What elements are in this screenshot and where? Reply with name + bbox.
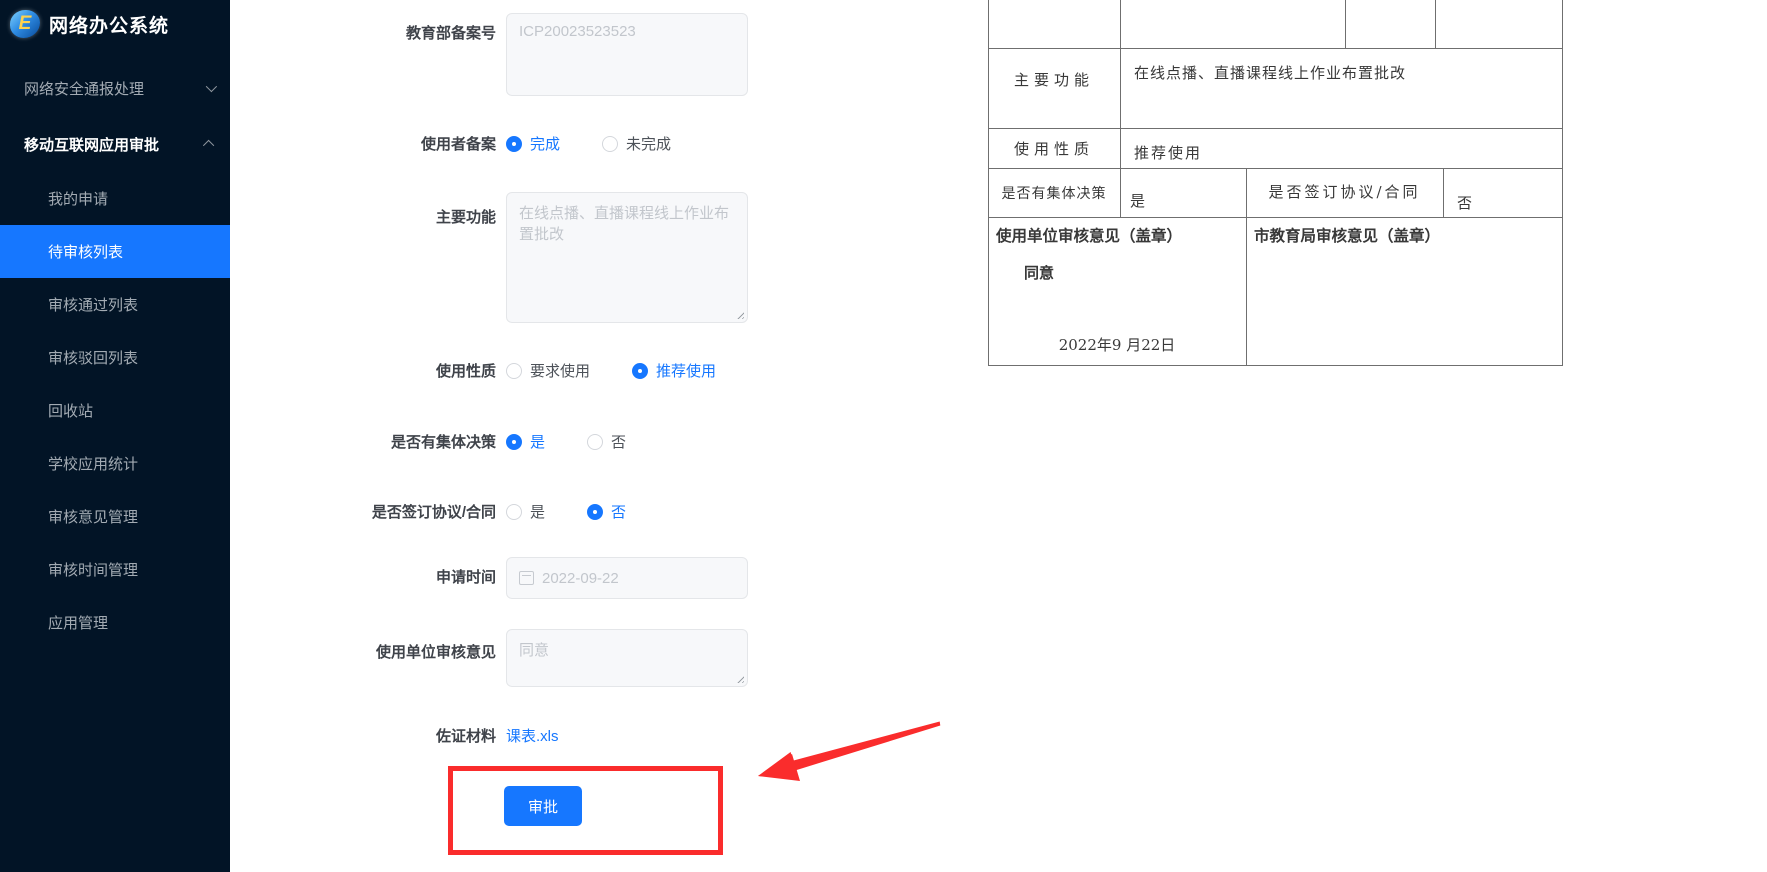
sidebar-item-recycle-bin[interactable]: 回收站 [0,384,230,437]
radio-option-yes[interactable]: 是 [506,501,545,522]
doc-grid-line [1562,0,1563,365]
field-label: 教育部备案号 [405,25,496,42]
doc-grid-line [1443,168,1444,217]
radio-unselected-icon[interactable] [506,503,522,520]
radio-unselected-icon[interactable] [506,362,522,379]
field-label: 佐证材料 [435,728,496,745]
sidebar-menu: 网络安全通报处理 移动互联网应用审批 我的申请 待审核列表 审核通过列表 审核驳… [0,60,230,649]
apply-time-date-input[interactable]: 2022-09-22 [506,557,748,599]
chevron-down-icon [205,80,218,93]
doc-cell-usage-nature-label: 使用性质 [1013,139,1094,158]
record-number-textarea[interactable]: ICP20023523523 [506,13,748,96]
form-row-evidence: 佐证材料 课表.xls [280,725,800,746]
radio-option-recommended-use[interactable]: 推荐使用 [632,360,716,381]
radio-unselected-icon[interactable] [602,135,619,152]
radio-selected-icon[interactable] [632,362,649,379]
doc-grid-line [1435,0,1436,48]
radio-selected-icon[interactable] [587,503,604,520]
unit-opinion-textarea[interactable]: 同意 [506,629,748,687]
unit-opinion-placeholder: 同意 [519,642,550,659]
apply-time-value: 2022-09-22 [542,569,619,587]
radio-option-yes[interactable]: 是 [506,431,545,452]
main-function-textarea[interactable]: 在线点播、直播课程线上作业布置批改 [506,192,748,323]
sidebar-item-review-opinion-management[interactable]: 审核意见管理 [0,490,230,543]
doc-cell-bureau-opinion-header: 市教育局审核意见（盖章） [1254,226,1441,245]
calendar-icon [519,571,534,585]
app-title: 网络办公系统 [49,15,170,37]
doc-cell-unit-opinion-header: 使用单位审核意见（盖章） [996,226,1183,245]
sidebar: E 网络办公系统 网络安全通报处理 移动互联网应用审批 我的申请 待审核列表 审… [0,0,230,872]
document-preview: 主要功能 在线点播、直播课程线上作业布置批改 使用性质 推荐使用 是否有集体决策… [988,0,1563,366]
doc-grid-line [988,217,1563,218]
radio-option-required-use[interactable]: 要求使用 [506,360,590,381]
approve-button[interactable]: 审批 [504,786,582,826]
doc-cell-contract-value: 否 [1457,194,1473,212]
form-row-record-number: 教育部备案号 ICP20023523523 [280,13,800,96]
field-label: 使用单位审核意见 [375,644,496,661]
doc-cell-main-function-value: 在线点播、直播课程线上作业布置批改 [1134,64,1407,82]
sidebar-group-label: 移动互联网应用审批 [24,136,160,154]
sidebar-item-my-applications[interactable]: 我的申请 [0,172,230,225]
form-row-collective-decision: 是否有集体决策 是 否 [280,431,800,452]
radio-selected-icon[interactable] [506,135,522,152]
field-label: 是否签订协议/合同 [371,504,496,521]
chevron-up-icon [202,139,215,152]
field-label: 主要功能 [435,209,496,226]
form-row-main-function: 主要功能 在线点播、直播课程线上作业布置批改 [280,192,800,323]
doc-cell-collective-decision-value: 是 [1130,192,1146,210]
sidebar-group-label: 网络安全通报处理 [24,80,145,98]
app-root: E 网络办公系统 网络安全通报处理 移动互联网应用审批 我的申请 待审核列表 审… [0,0,1767,872]
doc-cell-main-function-label: 主要功能 [1013,70,1094,89]
sidebar-group-mobile-app-approval[interactable]: 移动互联网应用审批 [0,116,230,172]
sidebar-item-app-management[interactable]: 应用管理 [0,596,230,649]
radio-option-complete[interactable]: 完成 [506,133,560,154]
sidebar-group-network-security-report[interactable]: 网络安全通报处理 [0,60,230,116]
doc-grid-line [1120,0,1121,217]
record-number-placeholder: ICP20023523523 [519,23,636,40]
radio-option-no[interactable]: 否 [587,431,626,452]
annotation-rectangle [448,766,723,855]
doc-cell-unit-opinion-date: 2022年9 月22日 [1058,336,1176,354]
sidebar-item-rejected-list[interactable]: 审核驳回列表 [0,331,230,384]
doc-cell-collective-decision-label: 是否有集体决策 [1001,185,1107,202]
doc-grid-line [1345,0,1346,48]
radio-option-incomplete[interactable]: 未完成 [602,133,671,154]
sidebar-item-pending-review-list[interactable]: 待审核列表 [0,225,230,278]
sidebar-submenu: 我的申请 待审核列表 审核通过列表 审核驳回列表 回收站 学校应用统计 审核意见… [0,172,230,649]
form-row-unit-opinion: 使用单位审核意见 同意 [280,629,800,687]
doc-cell-contract-label: 是否签订协议/合同 [1268,183,1421,202]
form-row-apply-time: 申请时间 2022-09-22 [280,557,800,599]
form-row-contract-signed: 是否签订协议/合同 是 否 [280,501,800,522]
doc-cell-unit-opinion-value: 同意 [1024,264,1055,282]
sidebar-item-approved-list[interactable]: 审核通过列表 [0,278,230,331]
radio-selected-icon[interactable] [506,433,522,450]
field-label: 使用性质 [435,363,496,380]
evidence-file-link[interactable]: 课表.xls [506,725,559,746]
form-row-user-record: 使用者备案 完成 未完成 [280,133,800,154]
doc-cell-usage-nature-value: 推荐使用 [1134,144,1203,162]
radio-unselected-icon[interactable] [587,433,604,450]
sidebar-item-school-app-statistics[interactable]: 学校应用统计 [0,437,230,490]
sidebar-item-review-time-management[interactable]: 审核时间管理 [0,543,230,596]
form-row-usage-nature: 使用性质 要求使用 推荐使用 [280,360,800,381]
app-logo: E 网络办公系统 [0,0,230,48]
field-label: 是否有集体决策 [390,434,496,451]
main-function-placeholder: 在线点播、直播课程线上作业布置批改 [519,205,730,243]
doc-grid-line [988,365,1563,366]
field-label: 使用者备案 [420,136,496,153]
app-logo-icon: E [10,10,40,38]
radio-option-no[interactable]: 否 [587,501,626,522]
field-label: 申请时间 [435,569,496,586]
